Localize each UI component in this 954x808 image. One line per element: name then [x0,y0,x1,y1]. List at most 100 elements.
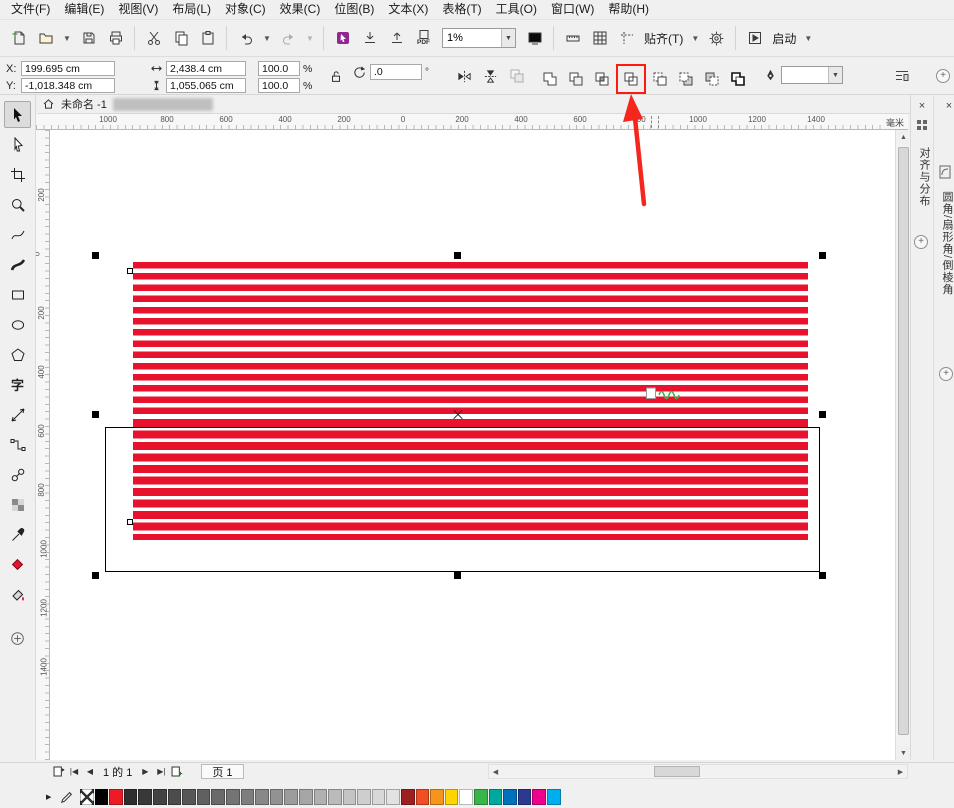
chevron-down-icon[interactable]: ▼ [501,29,515,47]
open-dropdown[interactable]: ▼ [60,26,74,51]
menu-item[interactable]: 编辑(E) [57,0,111,19]
color-swatch[interactable] [532,789,546,805]
combine-button[interactable] [619,67,643,91]
color-swatch[interactable] [255,789,269,805]
docker-tab-align-distribute[interactable]: 对齐与分布 [916,147,932,207]
rectangle-object-outline[interactable] [105,427,820,572]
add-page-icon[interactable] [170,765,183,778]
palette-expander[interactable]: ▶ [46,793,58,801]
color-swatch[interactable] [299,789,313,805]
color-swatch[interactable] [226,789,240,805]
color-swatch[interactable] [372,789,386,805]
crop-tool[interactable] [4,161,31,188]
selection-handle[interactable] [92,411,99,418]
color-swatch[interactable] [168,789,182,805]
palette-eyedropper-icon[interactable] [60,790,74,804]
selection-handle[interactable] [819,411,826,418]
vertical-scroll-thumb[interactable] [898,147,909,735]
color-swatch[interactable] [241,789,255,805]
color-swatch[interactable] [182,789,196,805]
show-rulers-button[interactable] [560,26,585,51]
selection-handle[interactable] [454,572,461,579]
vertical-ruler[interactable]: 2000200400600800100012001400 [36,130,50,760]
no-color-swatch[interactable] [80,789,94,805]
back-minus-front-button[interactable] [700,67,724,91]
undo-button[interactable] [233,26,258,51]
y-position-field[interactable]: -1,018.348 cm [21,78,115,93]
color-swatch[interactable] [197,789,211,805]
rectangle-tool[interactable] [4,281,31,308]
outline-width-combobox[interactable]: ▼ [781,66,843,84]
menu-item[interactable]: 布局(L) [165,0,218,19]
selection-handle[interactable] [819,572,826,579]
publish-pdf-button[interactable]: PDF [411,26,436,51]
freehand-tool[interactable] [4,221,31,248]
mirror-horizontal-button[interactable] [452,64,476,88]
lock-ratio-button[interactable] [324,64,348,88]
scroll-left-button[interactable]: ◀ [489,765,502,778]
color-swatch[interactable] [445,789,459,805]
color-swatch[interactable] [474,789,488,805]
show-grid-button[interactable] [587,26,612,51]
color-swatch[interactable] [503,789,517,805]
horizontal-scroll-thumb[interactable] [654,766,700,777]
undo-dropdown[interactable]: ▼ [260,26,274,51]
group-objects-button[interactable] [505,64,529,88]
selection-handle[interactable] [92,252,99,259]
color-swatch[interactable] [314,789,328,805]
save-button[interactable] [76,26,101,51]
previous-page-button[interactable]: ◀ [83,765,97,779]
selection-handle[interactable] [92,572,99,579]
color-swatch[interactable] [518,789,532,805]
ellipse-tool[interactable] [4,311,31,338]
show-guidelines-button[interactable] [614,26,639,51]
document-tab-title[interactable]: 未命名 -1 [61,96,107,112]
selection-handle[interactable] [819,252,826,259]
import-button[interactable] [357,26,382,51]
front-minus-back-button[interactable] [674,67,698,91]
smart-fill-tool[interactable] [4,581,31,608]
color-swatch[interactable] [547,789,561,805]
menu-item[interactable]: 表格(T) [435,0,488,19]
color-eyedropper-tool[interactable] [4,521,31,548]
color-swatch[interactable] [95,789,109,805]
color-swatch[interactable] [138,789,152,805]
mesh-fill-tool[interactable] [4,491,31,518]
docker-expand-button[interactable]: + [914,235,928,249]
wrap-text-button[interactable] [890,64,914,88]
page-flip-icon[interactable] [52,765,65,778]
options-button[interactable] [704,26,729,51]
scale-x-field[interactable]: 100.0 [258,61,300,76]
shape-edit-tool[interactable] [4,131,31,158]
propbar-expand-button[interactable]: + [936,69,950,83]
connector-tool[interactable] [4,431,31,458]
edit-node[interactable] [127,268,133,274]
polygon-tool[interactable] [4,341,31,368]
color-swatch[interactable] [153,789,167,805]
menu-item[interactable]: 视图(V) [111,0,165,19]
pick-tool[interactable] [4,101,31,128]
close-icon[interactable]: × [915,99,929,113]
launch-label[interactable]: 启动 [769,30,799,47]
launch-caret[interactable]: ▼ [801,26,815,51]
next-page-button[interactable]: ▶ [138,765,152,779]
new-document-button[interactable] [6,26,31,51]
color-swatch[interactable] [386,789,400,805]
chevron-down-icon[interactable]: ▼ [828,67,842,83]
menu-item[interactable]: 文本(X) [381,0,435,19]
zoom-tool[interactable] [4,191,31,218]
color-swatch[interactable] [343,789,357,805]
color-swatch[interactable] [211,789,225,805]
menu-item[interactable]: 帮助(H) [601,0,656,19]
color-swatch[interactable] [430,789,444,805]
scroll-right-button[interactable]: ▶ [894,765,907,778]
first-page-button[interactable]: |◀ [67,765,81,779]
export-button[interactable] [384,26,409,51]
menu-item[interactable]: 对象(C) [218,0,273,19]
redo-button[interactable] [276,26,301,51]
search-replace-button[interactable] [330,26,355,51]
scale-y-field[interactable]: 100.0 [258,78,300,93]
docker-tab-corner[interactable]: 圆角/扇形角/倒棱角 [939,191,954,295]
color-swatch[interactable] [328,789,342,805]
color-swatch[interactable] [109,789,123,805]
